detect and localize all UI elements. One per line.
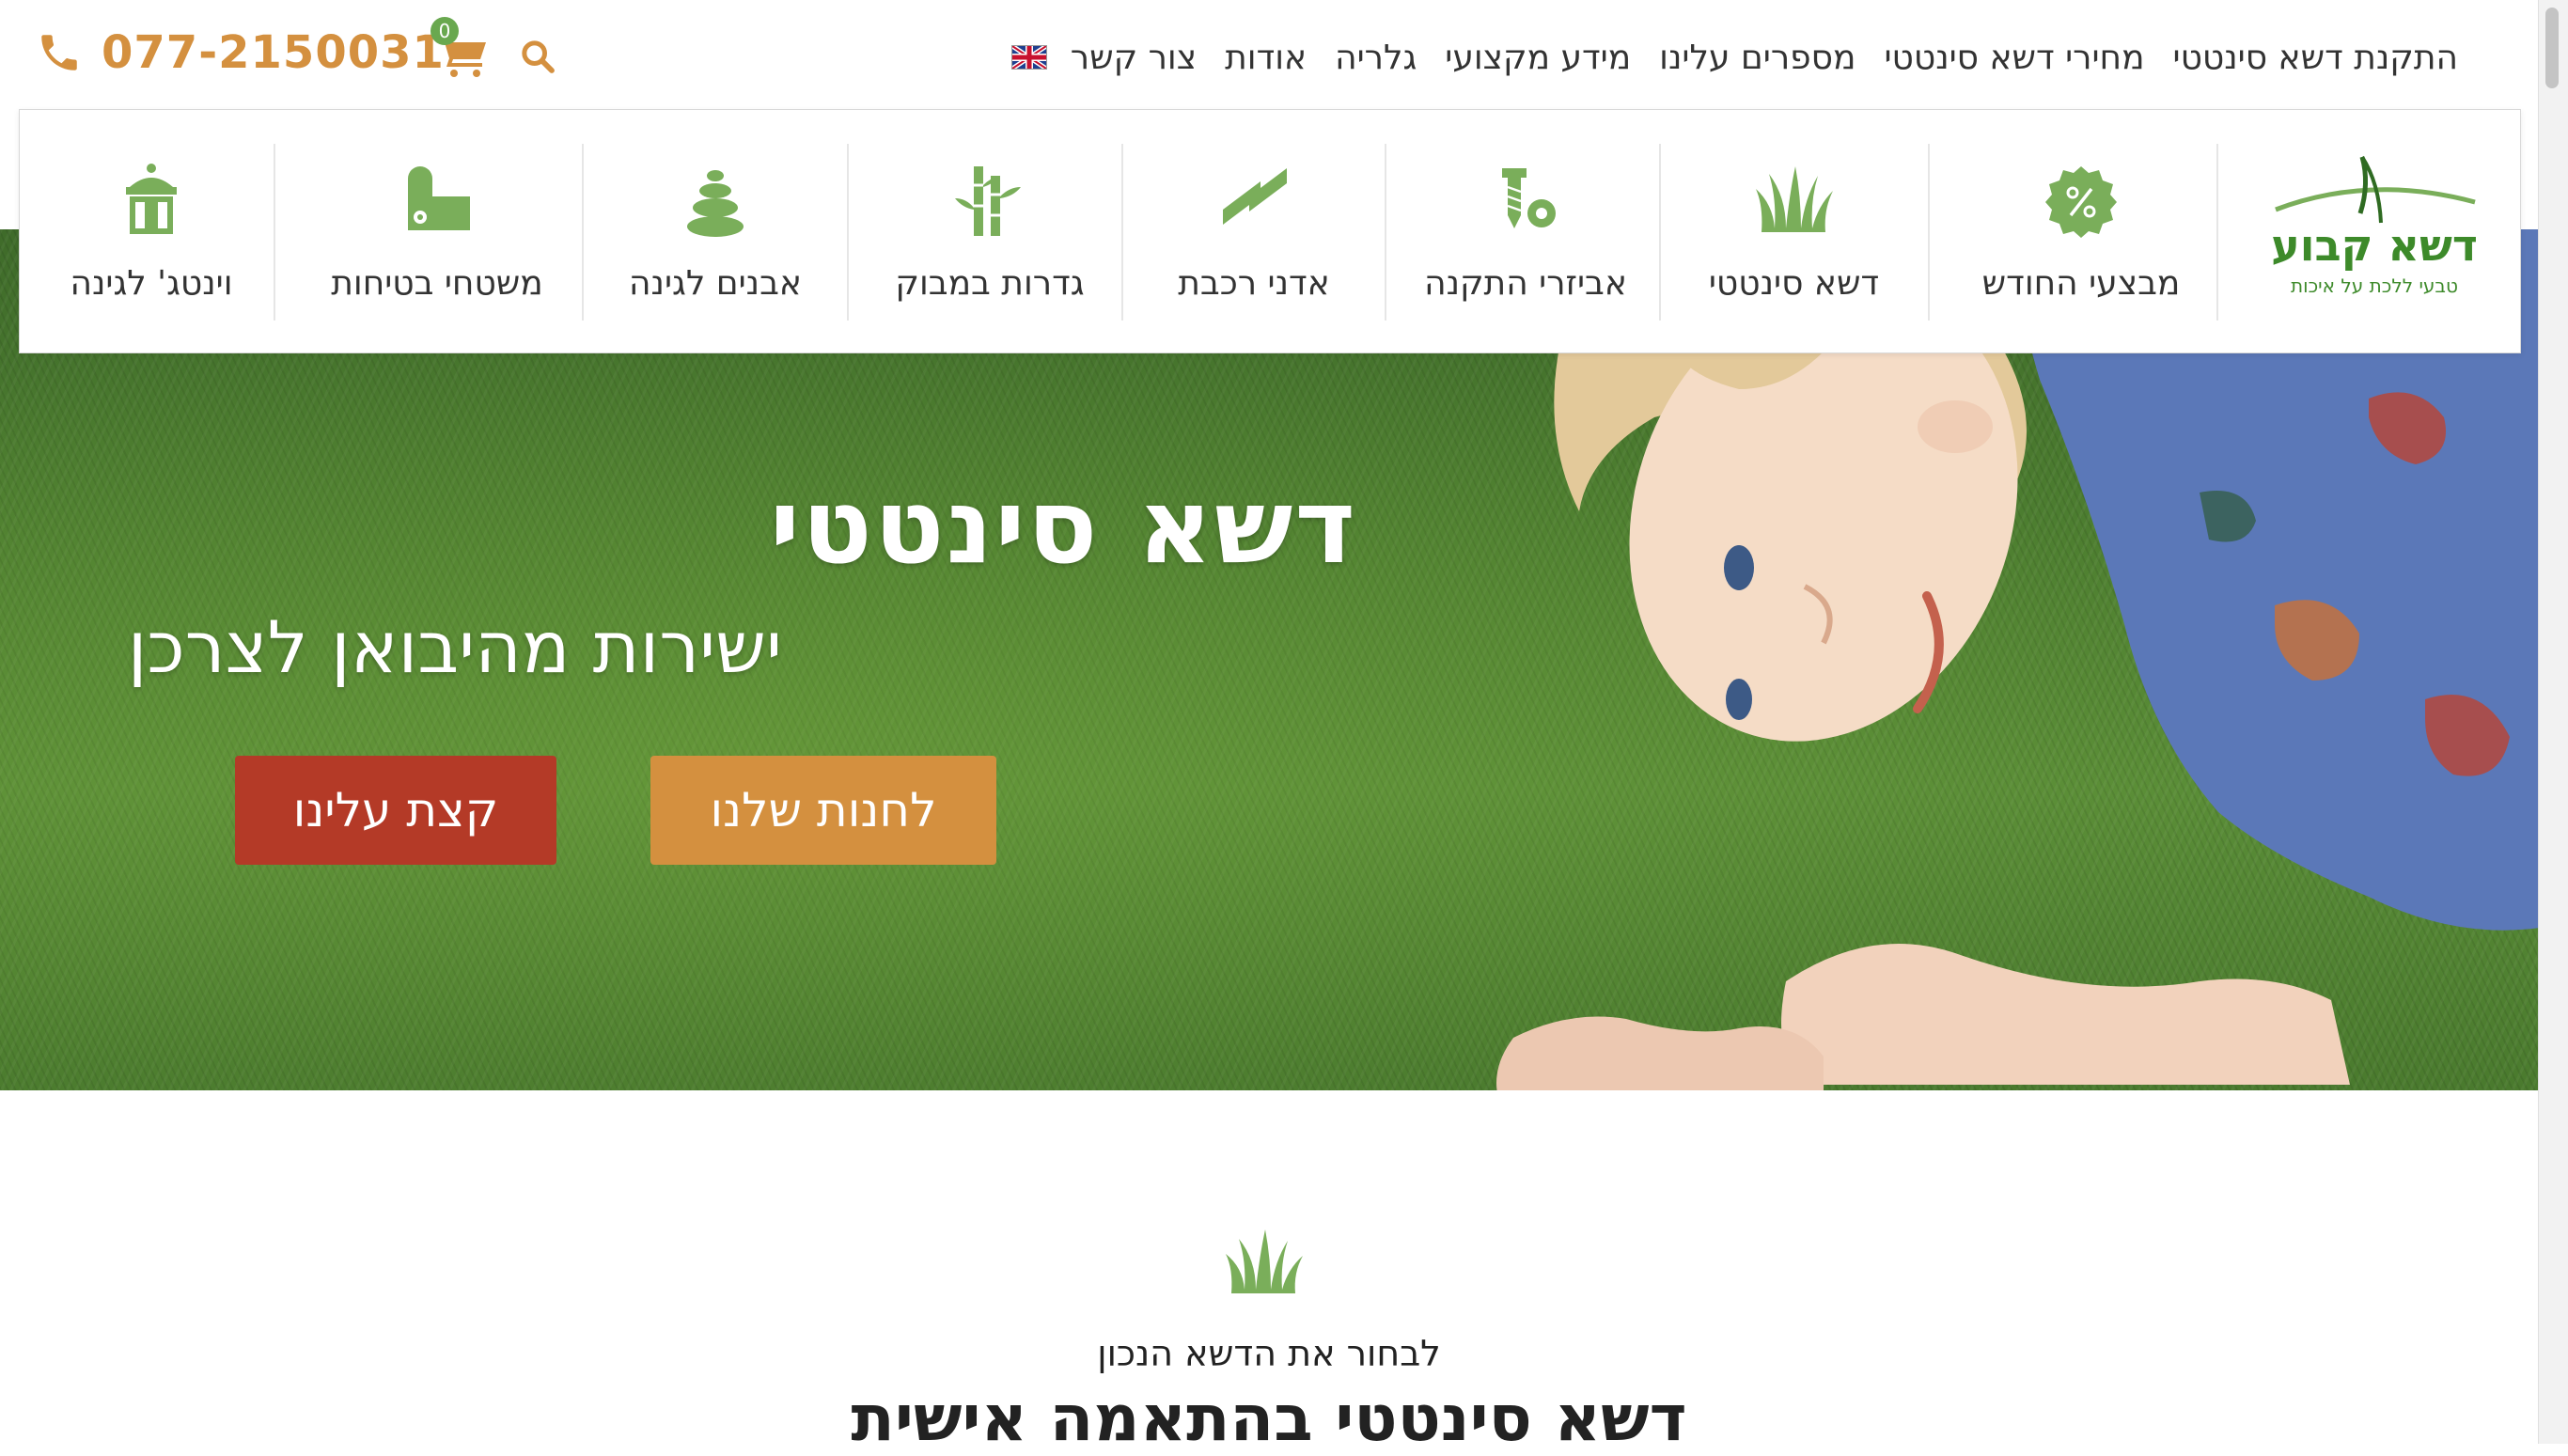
category-divider [274, 144, 275, 321]
hero-subtitle: ישירות מהיבואן לצרכן [127, 605, 782, 689]
top-navigation: התקנת דשא סינטטי מחירי דשא סינטטי מספרים… [994, 0, 2472, 115]
category-bamboo-fences[interactable]: גדרות במבוק [858, 144, 1121, 321]
vintage-lantern-icon [126, 164, 177, 234]
page-scrollbar-thumb[interactable] [2545, 8, 2559, 88]
nav-item-gallery[interactable]: גלריה [1321, 39, 1431, 77]
category-label: וינטג' לגינה [70, 264, 233, 303]
site-logo[interactable]: דשא קבוע טבעי ללכת על איכות [2266, 155, 2482, 305]
page-scrollbar-track[interactable] [2538, 0, 2568, 1444]
phone-icon [41, 35, 77, 70]
cart-button[interactable]: 0 [431, 17, 493, 80]
search-button[interactable] [519, 38, 556, 75]
grass-icon [1226, 1229, 1303, 1293]
category-menu: דשא קבוע טבעי ללכת על איכות מבצעי החודש … [19, 109, 2521, 353]
nav-item-installation[interactable]: התקנת דשא סינטטי [2159, 39, 2472, 77]
cart-count-badge: 0 [431, 17, 459, 45]
category-divider [847, 144, 849, 321]
hero-title: דשא סינטטי [769, 466, 1357, 587]
section-heading: דשא סינטטי בהתאמה אישית [851, 1382, 1687, 1456]
category-label: משטחי בטיחות [331, 264, 543, 303]
category-divider [1121, 144, 1123, 321]
nav-item-prices[interactable]: מחירי דשא סינטטי [1870, 39, 2158, 77]
shop-button[interactable]: לחנות שלנו [650, 756, 996, 865]
nav-item-contact[interactable]: צור קשר [1057, 39, 1211, 77]
safety-mat-icon [408, 166, 470, 230]
category-label: אביזרי התקנה [1424, 264, 1627, 303]
search-icon [522, 40, 555, 73]
category-divider [1659, 144, 1661, 321]
category-vintage-garden[interactable]: וינטג' לגינה [29, 144, 274, 321]
category-synthetic-grass[interactable]: דשא סינטטי [1660, 144, 1928, 321]
category-monthly-deals[interactable]: מבצעי החודש [1945, 144, 2217, 321]
uk-flag-icon[interactable] [1010, 45, 1047, 70]
logo-name: דשא קבוע [2271, 220, 2478, 271]
nav-item-about[interactable]: אודות [1211, 39, 1321, 77]
railway-sleeper-icon [1223, 168, 1287, 225]
category-label: דשא סינטטי [1708, 264, 1880, 303]
top-bar: התקנת דשא סינטטי מחירי דשא סינטטי מספרים… [0, 0, 2538, 111]
phone-contact[interactable]: 077-2150031 [36, 26, 445, 79]
category-railway-sleepers[interactable]: אדני רכבת [1123, 144, 1385, 321]
grass-icon [1755, 166, 1833, 232]
category-installation-accessories[interactable]: אביזרי התקנה [1392, 144, 1659, 321]
nav-item-professional-info[interactable]: מידע מקצועי [1431, 39, 1645, 77]
phone-number[interactable]: 077-2150031 [102, 26, 445, 79]
bamboo-icon [955, 166, 1021, 236]
category-label: גדרות במבוק [895, 264, 1085, 303]
nav-item-numbers[interactable]: מספרים עלינו [1645, 39, 1870, 77]
percent-badge-icon [2045, 166, 2117, 238]
section-eyebrow: לבחור את הדשא הנכון [1097, 1333, 1441, 1374]
category-label: אבנים לגינה [629, 264, 802, 303]
logo-tagline: טבעי ללכת על איכות [2291, 274, 2458, 297]
category-divider [582, 144, 584, 321]
category-divider [1928, 144, 1930, 321]
hero-image-child-on-grass [1496, 229, 2538, 1090]
screw-nut-icon [1502, 168, 1556, 228]
category-label: אדני רכבת [1178, 264, 1330, 303]
category-divider [1385, 144, 1386, 321]
stones-icon [687, 170, 744, 237]
hero-banner: דשא סינטטי ישירות מהיבואן לצרכן לחנות של… [0, 229, 2538, 1090]
category-garden-stones[interactable]: אבנים לגינה [584, 144, 847, 321]
category-label: מבצעי החודש [1981, 264, 2181, 303]
about-us-button[interactable]: קצת עלינו [235, 756, 556, 865]
category-safety-mats[interactable]: משטחי בטיחות [292, 144, 582, 321]
